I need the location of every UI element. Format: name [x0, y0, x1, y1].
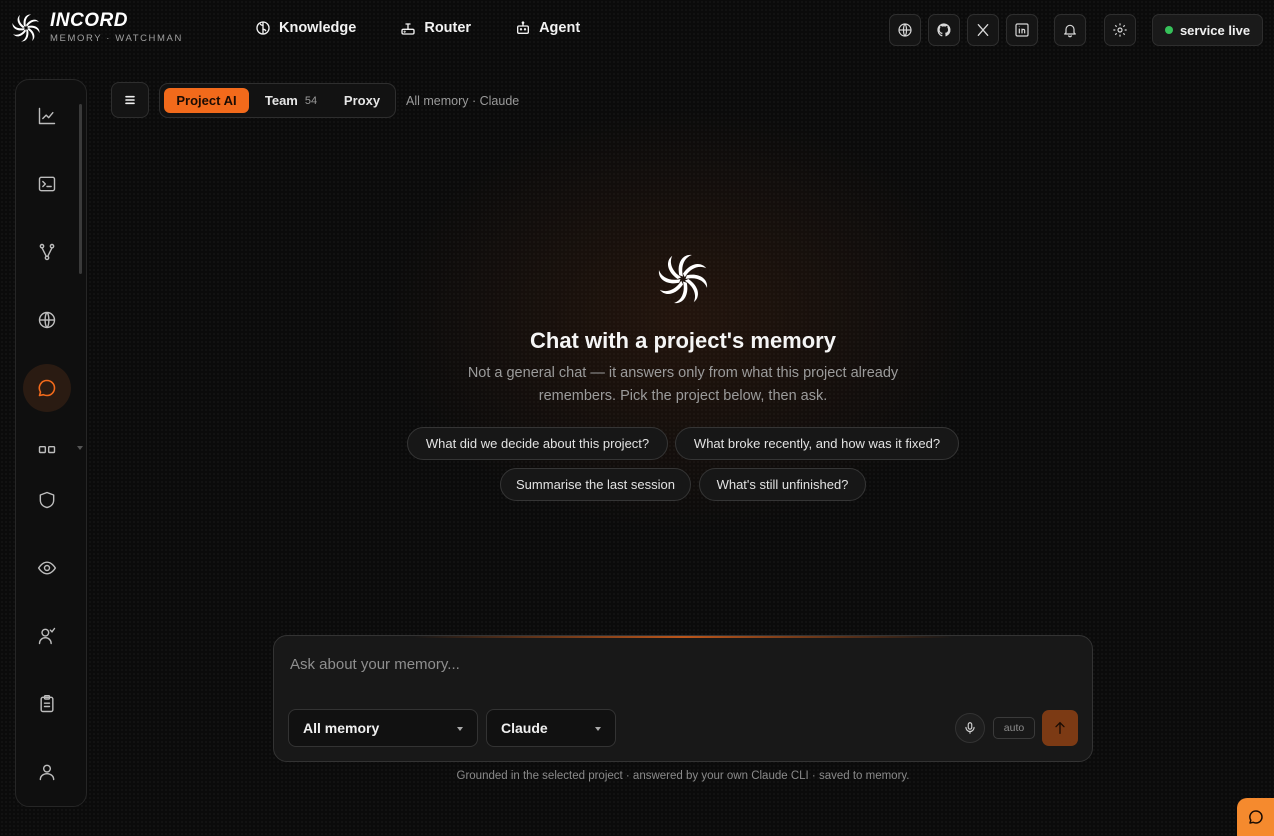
eye-icon: [37, 561, 57, 575]
language-button[interactable]: [889, 14, 921, 46]
x-icon: [977, 24, 989, 36]
composer-glow: [414, 636, 954, 638]
send-button[interactable]: [1042, 710, 1078, 746]
page-description: Not a general chat — it answers only fro…: [467, 365, 899, 404]
brand-logo[interactable]: INCORD MEMORY · WATCHMAN: [12, 10, 183, 44]
linkedin-button[interactable]: [1006, 14, 1038, 46]
sidebar-item-apps[interactable]: [23, 426, 71, 474]
chat-launcher-button[interactable]: [1237, 798, 1274, 836]
bell-icon: [1064, 24, 1076, 38]
sidebar-scrollbar[interactable]: [79, 104, 82, 274]
suggestion-label: What broke recently, and how was it fixe…: [693, 436, 941, 451]
nav-knowledge-label: Knowledge: [279, 20, 357, 36]
chat-composer: All memory Claude auto: [273, 635, 1093, 762]
tab-proxy-label: Proxy: [343, 93, 381, 108]
nav-agent-label: Agent: [539, 20, 581, 36]
robot-icon: [517, 21, 530, 34]
x-button[interactable]: [967, 14, 999, 46]
user-check-icon: [38, 627, 56, 645]
github-icon: [937, 23, 951, 37]
service-status-button[interactable]: service live: [1152, 14, 1263, 46]
sidebar-item-profile[interactable]: [23, 748, 71, 796]
suggestion-label: What did we decide about this project?: [425, 436, 650, 451]
grid-icon: [38, 445, 56, 454]
status-dot: [1164, 26, 1173, 34]
scroll-down-caret-icon[interactable]: [77, 446, 83, 450]
sidebar-item-branches[interactable]: [23, 228, 71, 276]
branch-icon: [39, 243, 55, 261]
nav-knowledge[interactable]: Knowledge: [255, 20, 356, 36]
microphone-icon: [965, 722, 975, 734]
status-label: service live: [1179, 22, 1251, 38]
terminal-icon: [38, 176, 56, 192]
suggestion-chip[interactable]: Summarise the last session: [500, 468, 691, 501]
sidebar-item-terminal[interactable]: [23, 160, 71, 208]
memory-select-value: All memory: [303, 720, 380, 736]
sidebar-item-analytics[interactable]: [23, 92, 71, 140]
suggestion-chip[interactable]: What's still unfinished?: [699, 468, 866, 501]
chat-bubble-icon: [38, 379, 56, 397]
chevron-down-icon: [595, 727, 601, 731]
sidebar: [15, 79, 87, 807]
spiral-logo-icon: [658, 254, 708, 304]
auto-mode-button[interactable]: auto: [993, 717, 1035, 739]
brain-icon: [256, 21, 270, 35]
brand-name: INCORD: [50, 10, 128, 31]
tab-team-count: 54: [304, 94, 318, 107]
tab-project-ai[interactable]: Project AI: [164, 88, 249, 113]
tab-project-ai-label: Project AI: [176, 93, 237, 108]
tab-proxy[interactable]: Proxy: [334, 88, 390, 113]
brand-text: INCORD MEMORY · WATCHMAN: [50, 10, 183, 44]
globe-icon: [898, 23, 912, 37]
settings-button[interactable]: [1104, 14, 1136, 46]
nav-router[interactable]: Router: [400, 20, 471, 36]
memory-select[interactable]: All memory: [288, 709, 478, 747]
chat-bubble-icon: [1249, 810, 1263, 824]
nav-agent[interactable]: Agent: [515, 20, 580, 36]
sidebar-item-tasks[interactable]: [23, 680, 71, 728]
github-button[interactable]: [928, 14, 960, 46]
sidebar-item-security[interactable]: [23, 476, 71, 524]
auto-mode-label: auto: [1003, 722, 1025, 734]
suggestion-chip[interactable]: What did we decide about this project?: [407, 427, 668, 460]
linkedin-icon: [1015, 23, 1029, 37]
notifications-button[interactable]: [1054, 14, 1086, 46]
suggestion-label: What's still unfinished?: [716, 477, 849, 492]
chart-line-icon: [38, 107, 56, 125]
gear-icon: [1113, 23, 1127, 37]
context-label: All memory · Claude: [406, 94, 520, 108]
tab-team-label: Team: [264, 93, 298, 108]
voice-input-button[interactable]: [955, 713, 985, 743]
model-select[interactable]: Claude: [486, 709, 616, 747]
sidebar-item-web[interactable]: [23, 296, 71, 344]
composer-footnote: Grounded in the selected project · answe…: [456, 770, 910, 782]
top-bar: INCORD MEMORY · WATCHMAN Knowledge Route…: [0, 0, 1274, 60]
model-select-value: Claude: [501, 720, 548, 736]
spiral-logo-icon: [12, 14, 40, 42]
sidebar-item-people[interactable]: [23, 612, 71, 660]
suggestion-label: Summarise the last session: [516, 477, 675, 492]
chat-input[interactable]: [290, 652, 1070, 676]
sidebar-item-watch[interactable]: [23, 544, 71, 592]
page-title: Chat with a project's memory: [530, 328, 836, 353]
sidebar-item-chat[interactable]: [23, 364, 71, 412]
router-icon: [401, 23, 416, 35]
hamburger-icon: [125, 95, 135, 105]
shield-icon: [39, 491, 55, 509]
arrow-up-icon: [1055, 721, 1065, 734]
suggestion-chip[interactable]: What broke recently, and how was it fixe…: [675, 427, 959, 460]
user-icon: [39, 764, 55, 781]
brand-subtitle: MEMORY · WATCHMAN: [50, 33, 183, 44]
chevron-down-icon: [457, 727, 463, 731]
tab-team[interactable]: Team 54: [254, 88, 328, 113]
clipboard-icon: [40, 694, 54, 713]
mode-tabs: Project AI Team 54 Proxy: [159, 83, 396, 118]
main-nav: Knowledge Router Agent: [255, 20, 580, 36]
nav-router-label: Router: [424, 20, 472, 36]
globe-icon: [38, 311, 56, 329]
menu-button[interactable]: [111, 82, 149, 118]
